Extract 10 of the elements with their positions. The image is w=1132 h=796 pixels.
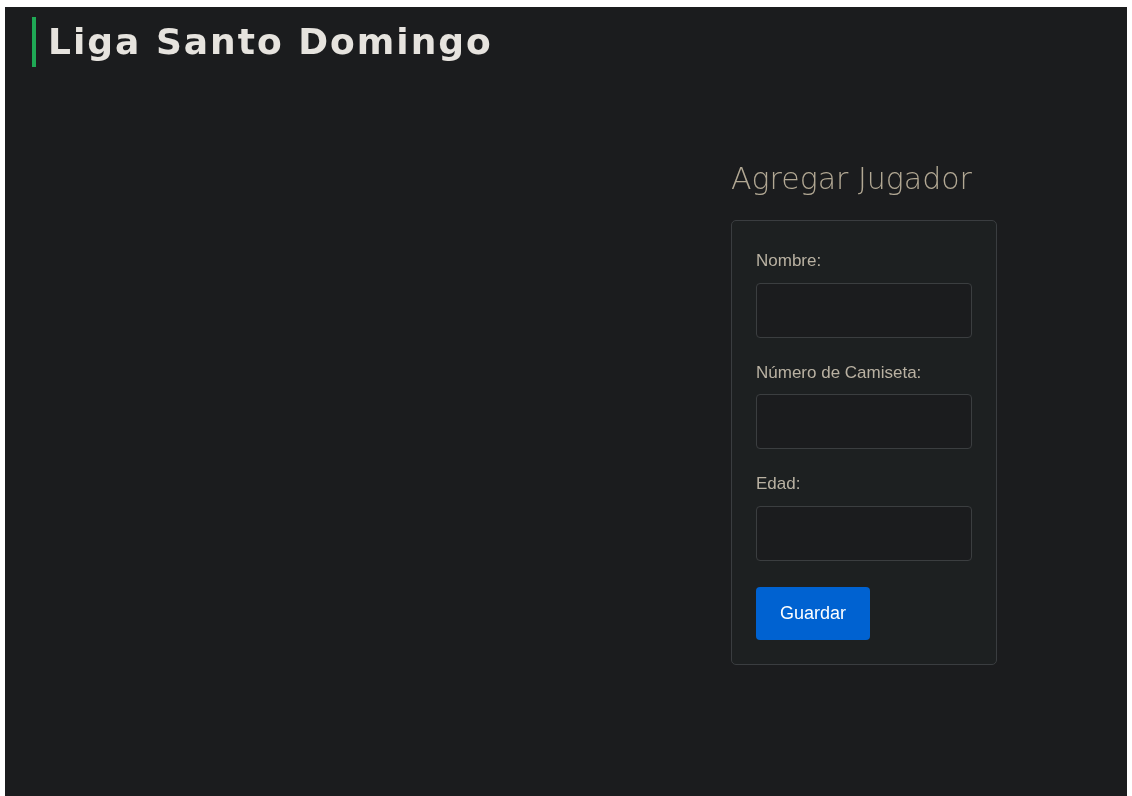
input-field[interactable] — [756, 394, 972, 449]
accent-bar — [32, 17, 36, 67]
site-title: Liga Santo Domingo — [48, 20, 493, 64]
input-field[interactable] — [756, 282, 972, 338]
form-heading: Agregar Jugador — [731, 160, 973, 198]
field-label: Edad: — [756, 473, 802, 495]
input-field[interactable] — [756, 505, 972, 561]
field-label: Nombre: — [756, 250, 823, 272]
save-button[interactable]: Guardar — [756, 586, 871, 640]
field-label: Número de Camiseta: — [756, 361, 923, 384]
